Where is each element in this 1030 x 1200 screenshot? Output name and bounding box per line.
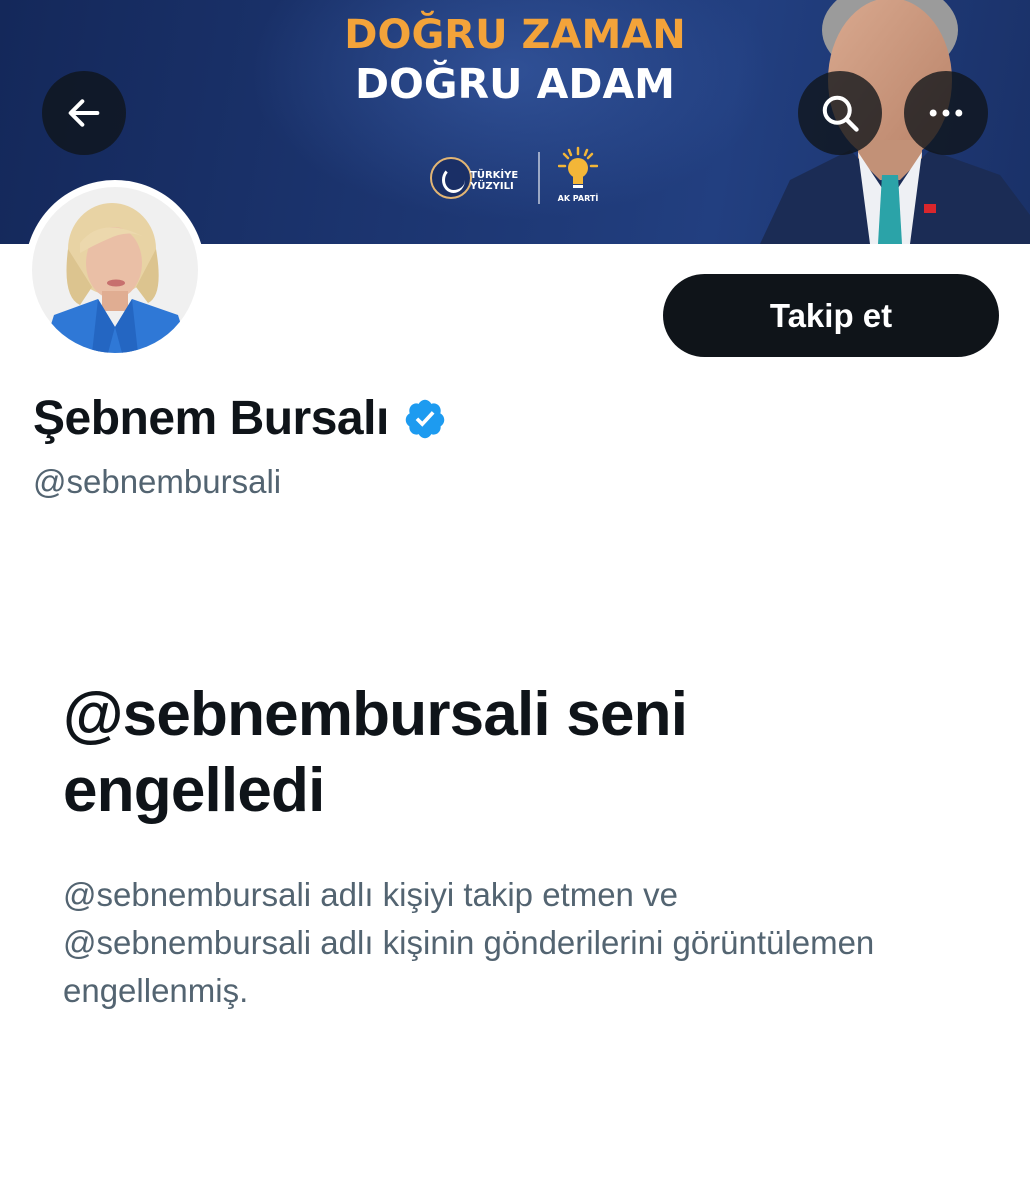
display-name-row: Şebnem Bursalı: [33, 391, 447, 446]
logo-divider: [538, 152, 540, 204]
logo-text-line1: TÜRKİYE: [470, 170, 519, 181]
banner-portrait-image: [760, 0, 1030, 244]
arrow-left-icon: [68, 99, 100, 127]
verified-badge-icon[interactable]: [403, 397, 447, 441]
avatar-image: [32, 187, 198, 353]
search-button[interactable]: [798, 71, 882, 155]
ak-parti-logo-text: AK PARTİ: [557, 194, 599, 203]
banner-slogan-line1: DOĞRU ZAMAN: [344, 12, 686, 58]
profile-avatar[interactable]: [25, 180, 205, 360]
ak-parti-bulb-logo: [558, 146, 598, 188]
logo-text-line2: YÜZYILI: [470, 181, 514, 192]
turkiye-yuzyili-logo: [430, 157, 472, 199]
follow-button[interactable]: Takip et: [663, 274, 999, 357]
more-options-button[interactable]: [904, 71, 988, 155]
display-name: Şebnem Bursalı: [33, 392, 389, 445]
profile-handle: @sebnembursali: [33, 463, 282, 500]
blocked-notice-description: @sebnembursali adlı kişiyi takip etmen v…: [63, 876, 875, 1009]
more-horizontal-icon: [929, 109, 963, 117]
blocked-notice-title: @sebnembursali seni engelledi: [63, 680, 688, 825]
banner-slogan-line2: DOĞRU ADAM: [355, 60, 675, 108]
search-icon: [822, 95, 859, 132]
turkiye-yuzyili-logo-text: TÜRKİYE YÜZYILI: [470, 170, 530, 192]
back-button[interactable]: [42, 71, 126, 155]
